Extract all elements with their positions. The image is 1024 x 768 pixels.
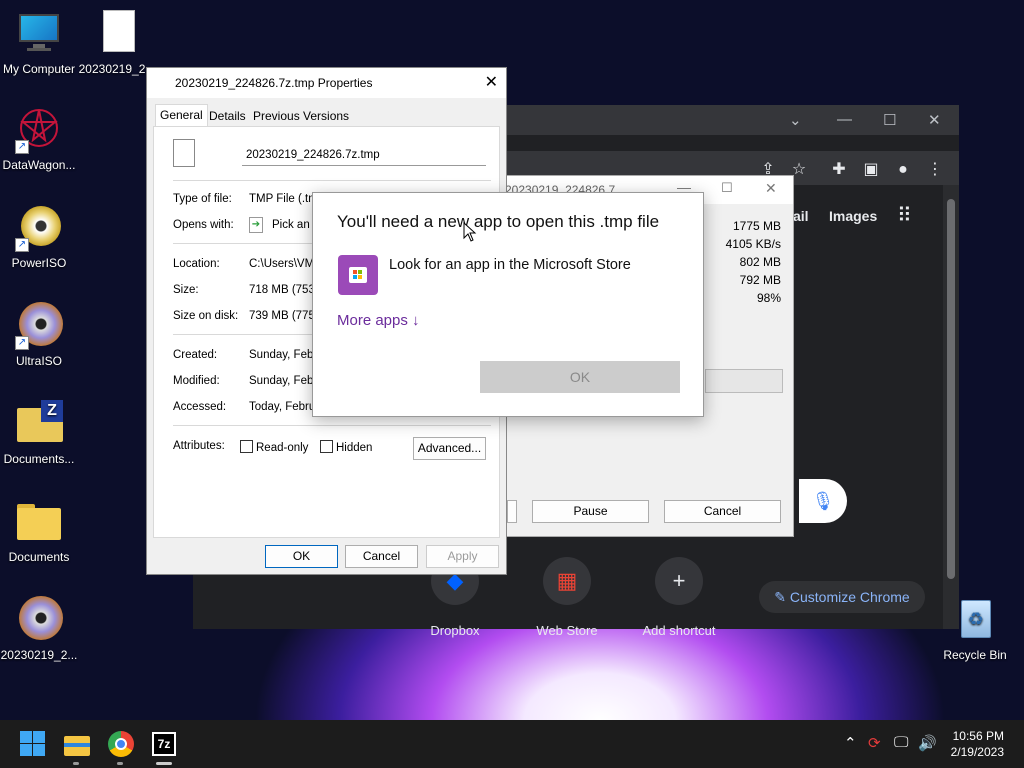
- maximize-icon[interactable]: ☐: [883, 111, 896, 129]
- store-option[interactable]: Look for an app in the Microsoft Store: [389, 257, 631, 273]
- extensions-icon[interactable]: ✚: [826, 157, 852, 183]
- readonly-checkbox[interactable]: Read-only: [240, 440, 308, 454]
- scrollbar[interactable]: [943, 185, 959, 629]
- stat-ratio: 98%: [756, 291, 781, 305]
- clock[interactable]: 10:56 PM 2/19/2023: [951, 728, 1004, 760]
- chevron-up-icon[interactable]: ⌃: [844, 734, 857, 752]
- images-link[interactable]: Images: [829, 208, 877, 224]
- stat-compressed: 792 MB: [739, 273, 781, 287]
- taskbar: 7z ⌃ ⟳ 🖵 🔊 10:56 PM 2/19/2023: [0, 720, 1024, 768]
- filename-field[interactable]: 20230219_224826.7z.tmp: [242, 146, 486, 166]
- open-with-dialog[interactable]: You'll need a new app to open this .tmp …: [312, 192, 704, 417]
- volume-icon[interactable]: 🔊: [918, 734, 937, 752]
- chrome-icon[interactable]: [108, 731, 134, 757]
- mouse-cursor-icon: [463, 221, 477, 245]
- file-icon: [93, 10, 141, 58]
- shortcut-arrow-icon: ↗: [15, 336, 29, 350]
- tab-previous-versions[interactable]: Previous Versions: [249, 106, 353, 126]
- apply-button[interactable]: Apply: [426, 545, 499, 568]
- tab-search-icon[interactable]: ⌄: [789, 111, 802, 129]
- disc-image-icon: [15, 596, 63, 644]
- shortcut-add[interactable]: + Add shortcut: [631, 557, 727, 638]
- customize-chrome-button[interactable]: ✎ Customize Chrome: [759, 581, 925, 613]
- cancel-button[interactable]: Cancel: [345, 545, 418, 568]
- advanced-button[interactable]: Advanced...: [413, 437, 486, 460]
- dialog-heading: You'll need a new app to open this .tmp …: [337, 212, 660, 231]
- apps-grid-icon[interactable]: ⠿: [897, 203, 912, 228]
- gmail-link[interactable]: ail: [793, 208, 809, 224]
- close-icon[interactable]: ✕: [485, 72, 498, 92]
- zip-folder-icon: Z: [15, 400, 63, 448]
- desktop-icon-documents[interactable]: Documents: [0, 498, 78, 564]
- tab-details[interactable]: Details: [205, 106, 250, 126]
- desktop-icon-poweriso[interactable]: ↗ PowerISO: [0, 204, 78, 270]
- more-apps-link[interactable]: More apps ↓: [337, 312, 420, 329]
- stat-total-size: 1775 MB: [732, 219, 781, 233]
- hidden-checkbox[interactable]: Hidden: [320, 440, 372, 454]
- cancel-button[interactable]: Cancel: [664, 500, 781, 523]
- menu-icon[interactable]: ⋮: [922, 157, 948, 183]
- maximize-icon[interactable]: ☐: [721, 180, 733, 196]
- desktop-icon-documents-zip[interactable]: Z Documents...: [0, 400, 78, 466]
- close-icon[interactable]: ✕: [765, 180, 777, 197]
- properties-titlebar[interactable]: 20230219_224826.7z.tmp Properties ✕: [147, 68, 506, 98]
- file-explorer-icon[interactable]: [64, 731, 90, 757]
- pause-button[interactable]: Pause: [532, 500, 649, 523]
- ok-button[interactable]: OK: [265, 545, 338, 568]
- plus-icon: +: [655, 557, 703, 605]
- stat-processed: 802 MB: [739, 255, 781, 269]
- desktop-icon-datawagon[interactable]: ↗ DataWagon...: [0, 106, 78, 172]
- voice-search-icon[interactable]: 🎙: [799, 479, 847, 523]
- 7zip-icon[interactable]: 7z: [152, 731, 178, 757]
- close-icon[interactable]: ✕: [928, 111, 941, 129]
- progress-bar: [705, 369, 783, 393]
- tab-general[interactable]: General: [155, 104, 208, 127]
- shortcut-arrow-icon: ↗: [15, 238, 29, 252]
- web-store-icon: ▦: [543, 557, 591, 605]
- arrow-down-icon: ↓: [407, 312, 420, 329]
- desktop-icon-my-computer[interactable]: My Computer: [0, 10, 78, 76]
- desktop-icon-file[interactable]: 20230219_2...: [78, 10, 156, 76]
- pencil-icon: ✎: [774, 589, 790, 605]
- ultraiso-icon: ↗: [15, 302, 63, 350]
- background-button[interactable]: [507, 500, 517, 523]
- start-windows-icon[interactable]: [20, 731, 46, 757]
- monitor-icon: [15, 10, 63, 58]
- shortcut-web-store[interactable]: ▦ Web Store: [519, 557, 615, 638]
- opens-with-icon: ➔: [249, 217, 263, 233]
- network-icon[interactable]: 🖵: [894, 734, 908, 751]
- profile-icon[interactable]: ●: [890, 157, 916, 183]
- desktop-icon-ultraiso[interactable]: ↗ UltraISO: [0, 302, 78, 368]
- minimize-icon[interactable]: —: [837, 111, 852, 128]
- ok-button[interactable]: OK: [480, 361, 680, 393]
- shortcut-arrow-icon: ↗: [15, 140, 29, 154]
- datawagon-icon: ↗: [15, 106, 63, 154]
- poweriso-icon: ↗: [15, 204, 63, 252]
- file-icon: [173, 139, 195, 167]
- desktop-icon-iso[interactable]: 20230219_2...: [0, 596, 78, 662]
- stat-speed: 4105 KB/s: [725, 237, 781, 251]
- microsoft-store-icon[interactable]: [338, 255, 378, 295]
- sync-icon[interactable]: ⟳: [868, 734, 881, 752]
- folder-icon: [15, 498, 63, 546]
- side-panel-icon[interactable]: ▣: [858, 157, 884, 183]
- properties-title: 20230219_224826.7z.tmp Properties: [175, 76, 373, 90]
